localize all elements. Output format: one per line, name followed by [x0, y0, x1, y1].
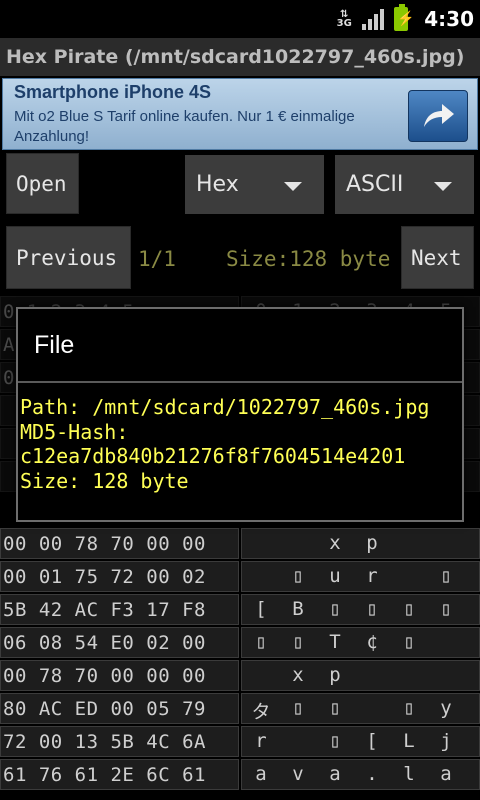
ascii-char: p [329, 664, 341, 686]
hex-bytes: 00 00 78 70 00 00 [3, 532, 206, 555]
md5-label: MD5-Hash: [20, 419, 129, 444]
ascii-char: r [366, 565, 378, 587]
size-indicator: Size:128 byte [226, 247, 391, 271]
page-indicator: 1/1 [138, 247, 176, 271]
chevron-down-icon [284, 182, 302, 191]
hex-row[interactable]: 61 76 61 2E 6C 61 a v a. l a [0, 759, 480, 792]
ascii-char: ▯ [329, 598, 341, 620]
hex-bytes: 00 78 70 00 00 00 [3, 664, 206, 687]
chevron-down-icon [434, 182, 452, 191]
ascii-cell[interactable]: ▯ ▯ T ¢ ▯ [241, 627, 480, 658]
hex-cell[interactable]: 06 08 54 E0 02 00 [0, 627, 239, 658]
ascii-char: [ [255, 598, 267, 620]
previous-button[interactable]: Previous [6, 226, 131, 289]
ascii-char: r [255, 730, 267, 752]
hex-cell[interactable]: 00 01 75 72 00 02 [0, 561, 239, 592]
hex-cell[interactable]: 61 76 61 2E 6C 61 [0, 759, 239, 790]
ascii-char: a [440, 763, 452, 785]
encoding-value: ASCII [346, 172, 404, 197]
file-size: Size: 128 byte [20, 468, 189, 493]
ascii-cell[interactable]: a v a. l a [241, 759, 480, 790]
hex-row[interactable]: 00 01 75 72 00 02 ▯ u r ▯ [0, 561, 480, 594]
ascii-char: u [329, 565, 341, 587]
ascii-char: ▯ [403, 697, 415, 719]
ascii-char: ▯ [292, 631, 304, 653]
hex-row[interactable]: 80 AC ED 00 05 79 タ ▯ ▯ ▯ y [0, 693, 480, 726]
ascii-char: v [292, 763, 304, 785]
ascii-char: y [440, 697, 452, 719]
ad-title: Smartphone iPhone 4S [14, 82, 212, 102]
ascii-char: a [255, 763, 267, 785]
ad-open-button[interactable] [408, 90, 468, 142]
view-mode-value: Hex [196, 172, 239, 197]
hex-bytes: 00 01 75 72 00 02 [3, 565, 206, 588]
file-info-dialog: File Path: /mnt/sdcard/1022797_460s.jpg M… [16, 307, 464, 522]
ascii-char: ▯ [255, 631, 267, 653]
ascii-char: ▯ [292, 697, 304, 719]
ascii-char: ▯ [440, 598, 452, 620]
app-title-bar: Hex Pirate (/mnt/sdcard1022797_460s.jpg) [0, 38, 480, 76]
ascii-char: タ [251, 701, 271, 723]
ascii-cell[interactable]: xp [241, 528, 480, 559]
open-button[interactable]: Open [6, 153, 79, 214]
hex-cell[interactable]: 5B 42 AC F3 17 F8 [0, 594, 239, 625]
ascii-char: L [403, 730, 415, 752]
dialog-divider [18, 381, 462, 383]
ascii-char: a [329, 763, 341, 785]
status-bar: ⇅ 3G ⚡ 4:30 [0, 0, 480, 38]
encoding-select[interactable]: ASCII [335, 155, 474, 214]
hex-row[interactable]: 00 78 70 00 00 00 x p [0, 660, 480, 693]
ascii-char: ▯ [403, 598, 415, 620]
signal-strength-icon [362, 8, 385, 30]
dialog-title: File [34, 331, 75, 359]
ascii-char: l [403, 763, 415, 785]
ascii-char: T [329, 631, 341, 653]
ascii-char: ▯ [366, 598, 378, 620]
ad-banner[interactable]: Smartphone iPhone 4S Mit o2 Blue S Tarif… [2, 78, 478, 150]
ascii-cell[interactable]: r ▯ [ Lj [241, 726, 480, 757]
hex-bytes: 61 76 61 2E 6C 61 [3, 763, 206, 786]
hex-row[interactable]: 72 00 13 5B 4C 6A r ▯ [ Lj [0, 726, 480, 759]
hex-bytes: 80 AC ED 00 05 79 [3, 697, 206, 720]
ascii-cell[interactable]: タ ▯ ▯ ▯ y [241, 693, 480, 724]
hex-cell[interactable]: 00 00 78 70 00 00 [0, 528, 239, 559]
ascii-char: [ [366, 730, 378, 752]
network-type-icon: ⇅ 3G [336, 9, 352, 29]
hex-bytes: 5B 42 AC F3 17 F8 [3, 598, 206, 621]
hex-row[interactable]: 00 00 78 70 00 00 x p [0, 528, 480, 561]
app-title: Hex Pirate (/mnt/sdcard1022797_460s.jpg) [6, 46, 465, 68]
ascii-char: j [440, 730, 452, 752]
ascii-cell[interactable]: ▯ u r ▯ [241, 561, 480, 592]
dialog-body: Path: /mnt/sdcard/1022797_460s.jpg MD5-Ha… [20, 395, 464, 493]
ascii-char: ▯ [292, 565, 304, 587]
ascii-char: B [292, 598, 304, 620]
hex-cell[interactable]: 00 78 70 00 00 00 [0, 660, 239, 691]
ascii-char: ▯ [329, 697, 341, 719]
status-time: 4:30 [424, 7, 474, 31]
battery-charging-icon: ⚡ [394, 4, 415, 31]
hex-row[interactable]: 5B 42 AC F3 17 F8 [ B ▯ ▯ ▯ ▯ [0, 594, 480, 627]
file-path: Path: /mnt/sdcard/1022797_460s.jpg [20, 395, 430, 419]
ascii-char: ¢ [366, 631, 378, 653]
ascii-char: ▯ [440, 565, 452, 587]
status-icons: ⇅ 3G ⚡ 4:30 [336, 0, 474, 38]
ascii-char: p [366, 532, 378, 554]
view-mode-select[interactable]: Hex [185, 155, 324, 214]
next-button[interactable]: Next [401, 226, 474, 289]
hex-cell[interactable]: 72 00 13 5B 4C 6A [0, 726, 239, 757]
ascii-cell[interactable]: xp [241, 660, 480, 691]
hex-bytes: 06 08 54 E0 02 00 [3, 631, 206, 654]
ascii-char: ▯ [329, 730, 341, 752]
ad-text: Mit o2 Blue S Tarif online kaufen. Nur 1… [14, 108, 355, 145]
ascii-cell[interactable]: [ B ▯ ▯ ▯ ▯ [241, 594, 480, 625]
hex-row[interactable]: 06 08 54 E0 02 00 ▯ ▯ T ¢ ▯ [0, 627, 480, 660]
share-arrow-icon [424, 104, 454, 127]
ascii-char: x [329, 532, 341, 554]
hex-cell[interactable]: 80 AC ED 00 05 79 [0, 693, 239, 724]
md5-hash: c12ea7db840b21276f8f7604514e4201 [20, 444, 406, 468]
ascii-char: . [366, 763, 378, 785]
ascii-char: ▯ [403, 631, 415, 653]
ascii-char: x [292, 664, 304, 686]
hex-bytes: 72 00 13 5B 4C 6A [3, 730, 206, 753]
